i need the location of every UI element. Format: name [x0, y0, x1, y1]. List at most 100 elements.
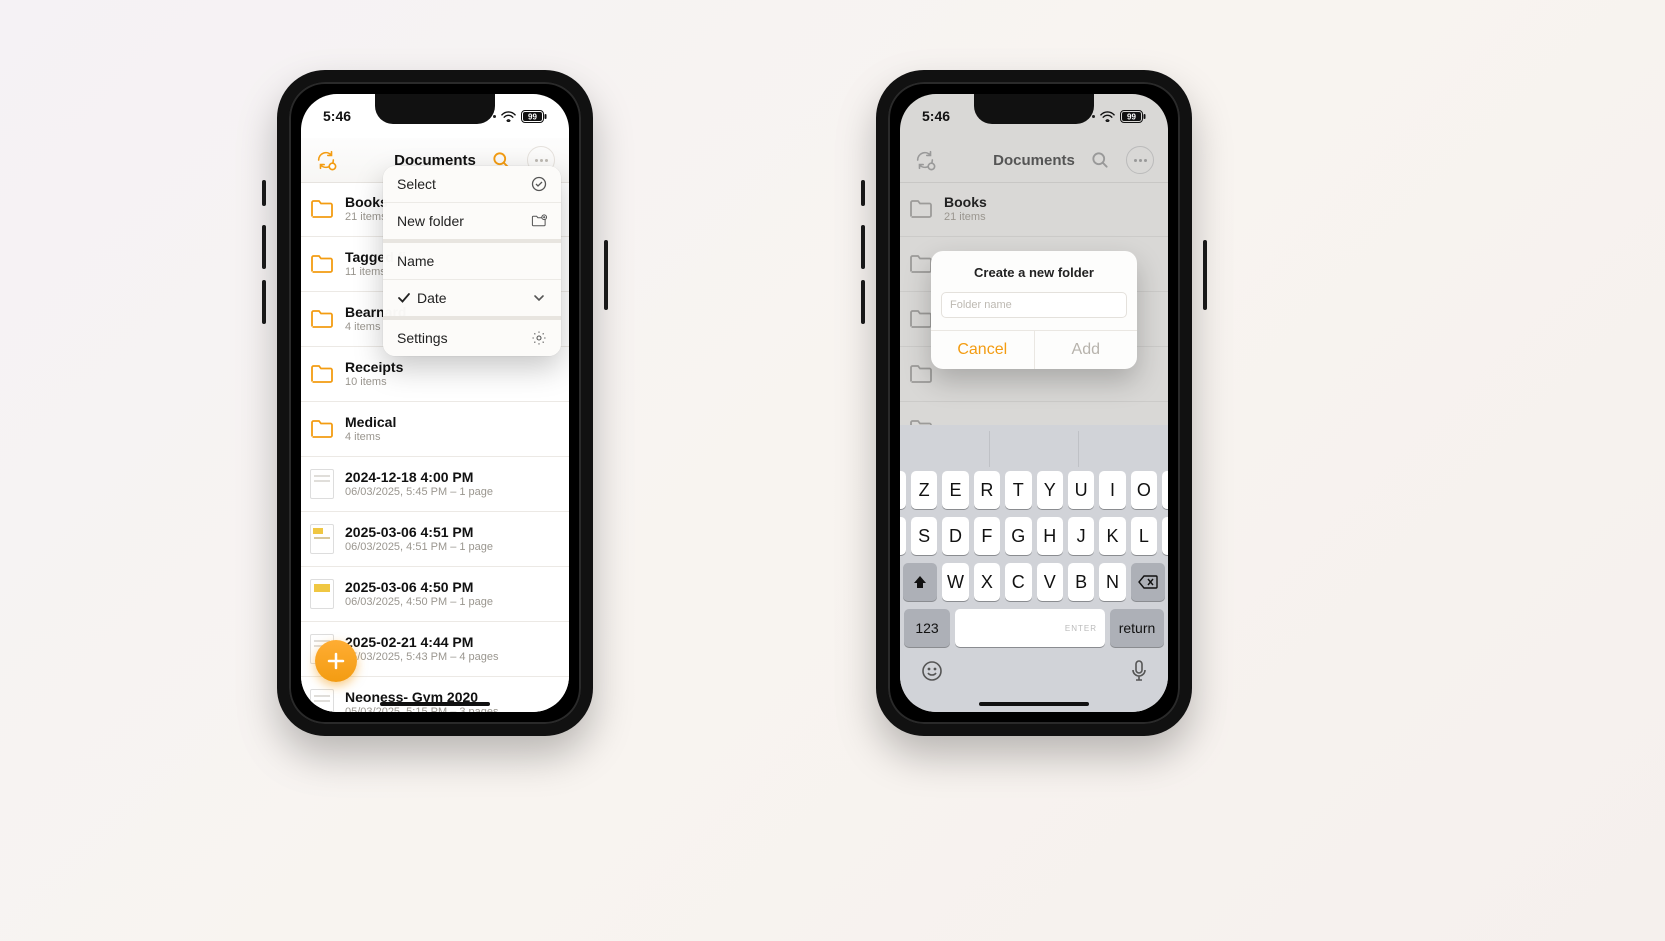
key-c[interactable]: C	[1005, 563, 1031, 601]
document-thumb	[310, 524, 334, 554]
menu-item-new-folder[interactable]: New folder	[383, 203, 561, 243]
key-s[interactable]: S	[911, 517, 937, 555]
check-icon	[397, 292, 411, 304]
key-o[interactable]: O	[1131, 471, 1157, 509]
key-a[interactable]: A	[900, 471, 906, 509]
status-time: 5:46	[323, 108, 351, 124]
file-row[interactable]: 2025-03-06 4:51 PM06/03/2025, 4:51 PM – …	[301, 512, 569, 567]
dictation-key[interactable]	[1130, 659, 1148, 688]
key-g[interactable]: G	[1005, 517, 1031, 555]
file-sub: 06/03/2025, 4:51 PM – 1 page	[345, 541, 557, 554]
folder-row: Books21 items	[900, 182, 1168, 237]
sync-icon	[914, 149, 936, 171]
cancel-button[interactable]: Cancel	[931, 331, 1035, 369]
folder-sub: 21 items	[944, 211, 1156, 224]
new-folder-dialog: Create a new folder Cancel Add	[931, 251, 1137, 369]
key-z[interactable]: Z	[911, 471, 937, 509]
numeric-key[interactable]: 123	[904, 609, 950, 647]
phone-right-new-folder-dialog: 5:46 99 Documents Books21 items Tagged f…	[876, 70, 1192, 736]
return-key[interactable]: return	[1110, 609, 1164, 647]
key-l[interactable]: L	[1131, 517, 1157, 555]
menu-item-sort-date[interactable]: Date	[383, 280, 561, 320]
folder-row[interactable]: Medical4 items	[301, 402, 569, 457]
menu-label: Name	[397, 253, 434, 269]
gear-icon	[531, 330, 547, 346]
key-q[interactable]: Q	[900, 517, 906, 555]
backspace-key[interactable]	[1131, 563, 1165, 601]
folder-plus-icon	[531, 213, 547, 229]
file-row[interactable]: Neoness- Gym 202005/03/2025, 5:15 PM – 3…	[301, 677, 569, 712]
file-name: 2025-02-21 4:44 PM	[345, 634, 557, 650]
key-y[interactable]: Y	[1037, 471, 1063, 509]
shift-key[interactable]	[903, 563, 937, 601]
folder-name-input[interactable]	[941, 292, 1127, 318]
phone-left-menu-open: 5:46 99 Documents Books21	[277, 70, 593, 736]
key-j[interactable]: J	[1068, 517, 1094, 555]
key-b[interactable]: B	[1068, 563, 1094, 601]
key-r[interactable]: R	[974, 471, 1000, 509]
wifi-icon	[501, 111, 516, 122]
menu-item-settings[interactable]: Settings	[383, 320, 561, 356]
wifi-icon	[1100, 111, 1115, 122]
file-name: 2025-03-06 4:51 PM	[345, 524, 557, 540]
space-key[interactable]: ENTER	[955, 609, 1105, 647]
chevron-down-icon	[531, 290, 547, 306]
key-m[interactable]: M	[1162, 517, 1168, 555]
checkmark-circle-icon	[531, 176, 547, 192]
folder-icon	[908, 196, 934, 222]
add-button[interactable]	[315, 640, 357, 682]
file-name: 2024-12-18 4:00 PM	[345, 469, 557, 485]
ios-keyboard[interactable]: AZERTYUIOP QSDFGHJKLM WXCVBN 123 ENTER r…	[900, 425, 1168, 712]
keyboard-suggestions[interactable]	[900, 431, 1168, 467]
document-thumb	[310, 469, 334, 499]
key-v[interactable]: V	[1037, 563, 1063, 601]
add-button[interactable]: Add	[1035, 331, 1138, 369]
sync-icon[interactable]	[315, 149, 337, 171]
file-sub: 05/03/2025, 5:43 PM – 4 pages	[345, 651, 557, 664]
folder-icon	[908, 361, 934, 387]
home-indicator[interactable]	[380, 702, 490, 706]
key-t[interactable]: T	[1005, 471, 1031, 509]
battery-icon: 99	[521, 110, 547, 123]
search-icon	[1088, 148, 1112, 172]
folder-name: Medical	[345, 414, 557, 430]
emoji-key[interactable]	[920, 659, 944, 688]
document-thumb	[310, 579, 334, 609]
document-thumb	[310, 689, 334, 712]
svg-text:99: 99	[1127, 112, 1136, 121]
folder-icon	[309, 416, 335, 442]
context-menu: Select New folder Name Date Settings	[383, 166, 561, 356]
key-n[interactable]: N	[1099, 563, 1125, 601]
menu-label: New folder	[397, 213, 464, 229]
key-f[interactable]: F	[974, 517, 1000, 555]
file-name: 2025-03-06 4:50 PM	[345, 579, 557, 595]
file-row[interactable]: 2025-03-06 4:50 PM06/03/2025, 4:50 PM – …	[301, 567, 569, 622]
key-x[interactable]: X	[974, 563, 1000, 601]
key-i[interactable]: I	[1099, 471, 1125, 509]
folder-icon	[309, 306, 335, 332]
key-k[interactable]: K	[1099, 517, 1125, 555]
key-e[interactable]: E	[942, 471, 968, 509]
status-time: 5:46	[922, 108, 950, 124]
key-p[interactable]: P	[1162, 471, 1168, 509]
home-indicator[interactable]	[979, 702, 1089, 706]
menu-item-select[interactable]: Select	[383, 166, 561, 203]
folder-sub	[944, 376, 1156, 389]
key-h[interactable]: H	[1037, 517, 1063, 555]
menu-item-sort-name[interactable]: Name	[383, 243, 561, 280]
folder-icon	[309, 251, 335, 277]
file-sub: 05/03/2025, 5:15 PM – 3 pages	[345, 706, 557, 712]
file-row[interactable]: 2024-12-18 4:00 PM06/03/2025, 5:45 PM – …	[301, 457, 569, 512]
battery-icon: 99	[1120, 110, 1146, 123]
more-menu-button	[1126, 146, 1154, 174]
folder-name: Receipts	[345, 359, 557, 375]
folder-sub: 10 items	[345, 376, 557, 389]
nav-bar: Documents	[900, 138, 1168, 183]
key-u[interactable]: U	[1068, 471, 1094, 509]
key-d[interactable]: D	[942, 517, 968, 555]
folder-name: Books	[944, 194, 1156, 210]
menu-label: Select	[397, 176, 436, 192]
file-sub: 06/03/2025, 5:45 PM – 1 page	[345, 486, 557, 499]
svg-text:99: 99	[528, 112, 537, 121]
key-w[interactable]: W	[942, 563, 968, 601]
